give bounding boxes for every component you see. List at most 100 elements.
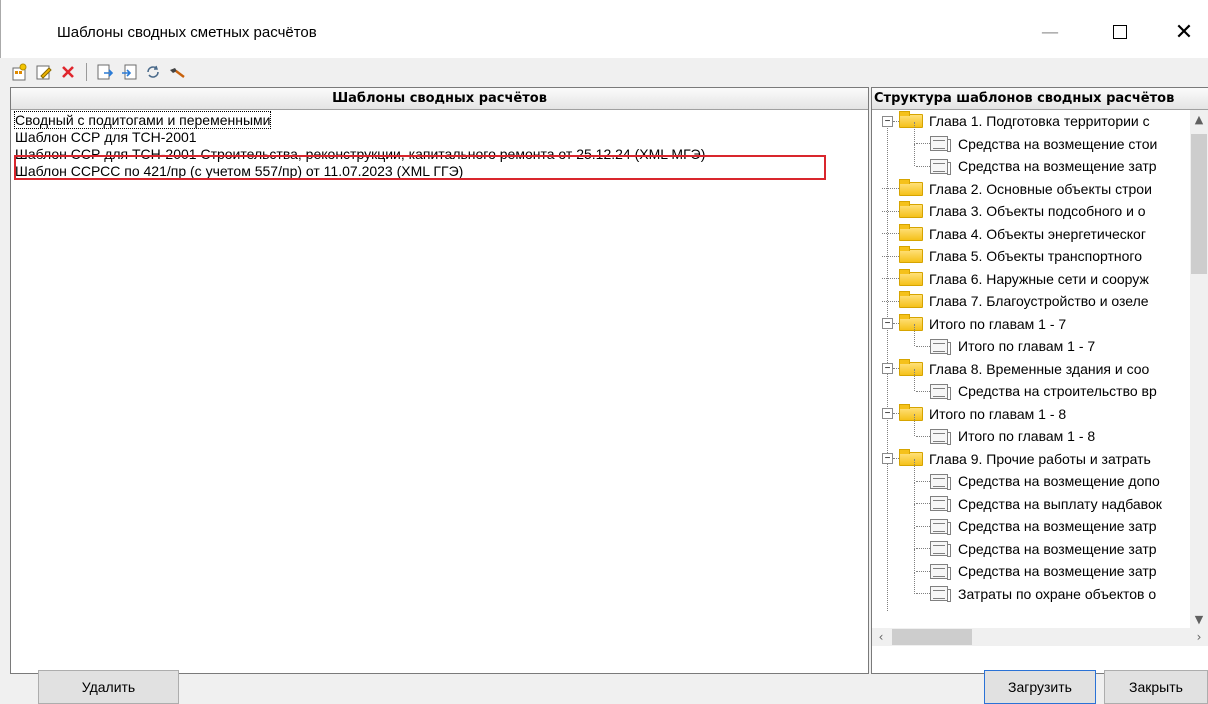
minimize-icon: — (1041, 21, 1059, 43)
structure-tree-header: Структура шаблонов сводных расчётов (872, 88, 1208, 110)
templates-list-header: Шаблоны сводных расчётов (11, 88, 868, 110)
folder-icon (899, 313, 923, 331)
tree-row[interactable]: Итого по главам 1 - 7 (914, 324, 1096, 357)
document-icon (930, 586, 951, 602)
vertical-scrollbar[interactable]: ▲ ▼ (1190, 110, 1208, 628)
maximize-icon (1113, 25, 1127, 39)
tree-row[interactable]: Итого по главам 1 - 8 (914, 414, 1095, 447)
tree-guide-line (914, 481, 915, 504)
import-icon (122, 64, 137, 80)
tree-item-label: Средства на возмещение затр (958, 518, 1157, 534)
tree-guide-line (914, 549, 915, 571)
tree-guide-line (914, 121, 915, 144)
tree-row[interactable]: Средства на возмещение затр (914, 549, 1157, 582)
tree-guide-line (882, 278, 899, 279)
scroll-up-icon[interactable]: ▲ (1190, 110, 1208, 128)
tree-guide-line (914, 414, 915, 436)
tree-guide-line (916, 480, 930, 482)
folder-icon (899, 111, 923, 128)
delete-button[interactable] (58, 62, 78, 82)
tree-row[interactable]: − Глава 9. Прочие работы и затрать (882, 448, 1151, 470)
tree-row[interactable]: Глава 7. Благоустройство и озеле (882, 290, 1149, 312)
close-button[interactable]: Закрыть (1104, 670, 1208, 704)
tree-guide-line (916, 570, 930, 572)
tree-guide-line (882, 233, 899, 234)
tree-item-label: Глава 4. Объекты энергетическог (929, 225, 1146, 242)
tree-row[interactable]: Глава 5. Объекты транспортного (882, 245, 1142, 267)
tree-row[interactable]: Средства на возмещение затр (914, 526, 1157, 560)
refresh-button[interactable] (143, 62, 163, 82)
collapse-icon[interactable]: − (882, 318, 893, 329)
horizontal-scrollbar[interactable]: ‹ › (872, 628, 1208, 646)
edit-icon (36, 65, 52, 80)
edit-button[interactable] (34, 62, 54, 82)
toolbar-separator (86, 63, 87, 81)
document-icon (930, 473, 951, 490)
document-icon (930, 496, 951, 512)
document-icon (930, 428, 951, 445)
tree-item-label: Глава 5. Объекты транспортного (929, 248, 1142, 264)
folder-icon (899, 223, 923, 241)
tree-row[interactable]: Средства на возмещение допо (914, 459, 1160, 492)
document-icon (930, 563, 951, 580)
tree-row[interactable]: − Глава 1. Подготовка территории с (882, 110, 1150, 132)
new-template-icon (12, 63, 27, 81)
horizontal-scroll-thumb[interactable] (892, 629, 972, 645)
list-item[interactable]: Шаблон ССР для ТСН-2001 (15, 129, 864, 146)
tree-guide-line (916, 345, 930, 347)
structure-tree: − Глава 1. Подготовка территории с Средств… (872, 110, 1208, 650)
maximize-button[interactable] (1097, 12, 1143, 52)
tree-row[interactable]: Глава 4. Объекты энергетическог (882, 223, 1146, 245)
collapse-icon[interactable]: − (882, 453, 893, 464)
tree-item-label: Средства на возмещение стои (958, 135, 1158, 152)
delete-icon (62, 66, 74, 78)
tree-row[interactable]: Средства на возмещение стои (914, 121, 1158, 155)
document-icon (930, 383, 951, 400)
tree-row[interactable]: Глава 2. Основные объекты строи (882, 178, 1152, 200)
tree-row[interactable]: Средства на выплату надбавок (914, 481, 1162, 515)
collapse-icon[interactable]: − (882, 115, 893, 127)
tree-row[interactable]: Средства на строительство вр (914, 369, 1157, 402)
minimize-button[interactable]: — (1027, 12, 1073, 52)
new-template-button[interactable] (10, 62, 30, 82)
tool-button[interactable] (167, 62, 187, 82)
document-icon (930, 541, 951, 557)
scroll-left-icon[interactable]: ‹ (872, 628, 890, 646)
folder-icon (899, 178, 923, 196)
tree-item-label: Итого по главам 1 - 7 (958, 338, 1096, 354)
scroll-down-icon[interactable]: ▼ (1190, 610, 1208, 628)
tree-row[interactable]: Средства на возмещение затр (914, 144, 1157, 177)
tree-row[interactable]: Глава 3. Объекты подсобного и о (882, 200, 1146, 222)
delete-template-button[interactable]: Удалить (38, 670, 179, 704)
export-icon (97, 64, 114, 80)
tree-guide-line (882, 255, 899, 257)
load-button[interactable]: Загрузить (984, 670, 1096, 704)
tree-guide-line (914, 324, 915, 346)
hammer-icon (170, 68, 185, 78)
tree-item-label: Итого по главам 1 - 7 (929, 315, 1067, 332)
scroll-right-icon[interactable]: › (1190, 628, 1208, 646)
tree-row[interactable]: − Глава 8. Временные здания и соо (882, 358, 1149, 380)
tree-row[interactable]: Затраты по охране объектов о (914, 571, 1157, 605)
tree-row[interactable]: Средства на возмещение затр (914, 504, 1157, 537)
tree-guide-line (914, 504, 915, 526)
tree-item-label: Глава 7. Благоустройство и озеле (929, 293, 1149, 309)
close-window-button[interactable]: ✕ (1161, 12, 1207, 52)
vertical-scroll-thumb[interactable] (1191, 134, 1207, 274)
import-button[interactable] (119, 62, 139, 82)
tree-item-label: Глава 3. Объекты подсобного и о (929, 203, 1146, 219)
tree-item-label: Затраты по охране объектов о (958, 585, 1157, 602)
list-item[interactable]: Сводный с подитогами и переменными (13, 111, 864, 129)
tree-guide-line (882, 188, 899, 189)
tree-guide-line (914, 526, 915, 549)
tree-row[interactable]: − Итого по главам 1 - 7 (882, 313, 1066, 335)
tree-item-label: Средства на возмещение затр (958, 540, 1157, 557)
collapse-icon[interactable]: − (882, 408, 893, 419)
collapse-icon[interactable]: − (882, 363, 893, 374)
folder-icon (899, 291, 923, 308)
tree-row[interactable]: Глава 6. Наружные сети и сооруж (882, 268, 1149, 290)
folder-icon (899, 201, 923, 218)
export-button[interactable] (95, 62, 115, 82)
tree-guide-line (916, 435, 930, 437)
tree-row[interactable]: − Итого по главам 1 - 8 (882, 403, 1066, 425)
